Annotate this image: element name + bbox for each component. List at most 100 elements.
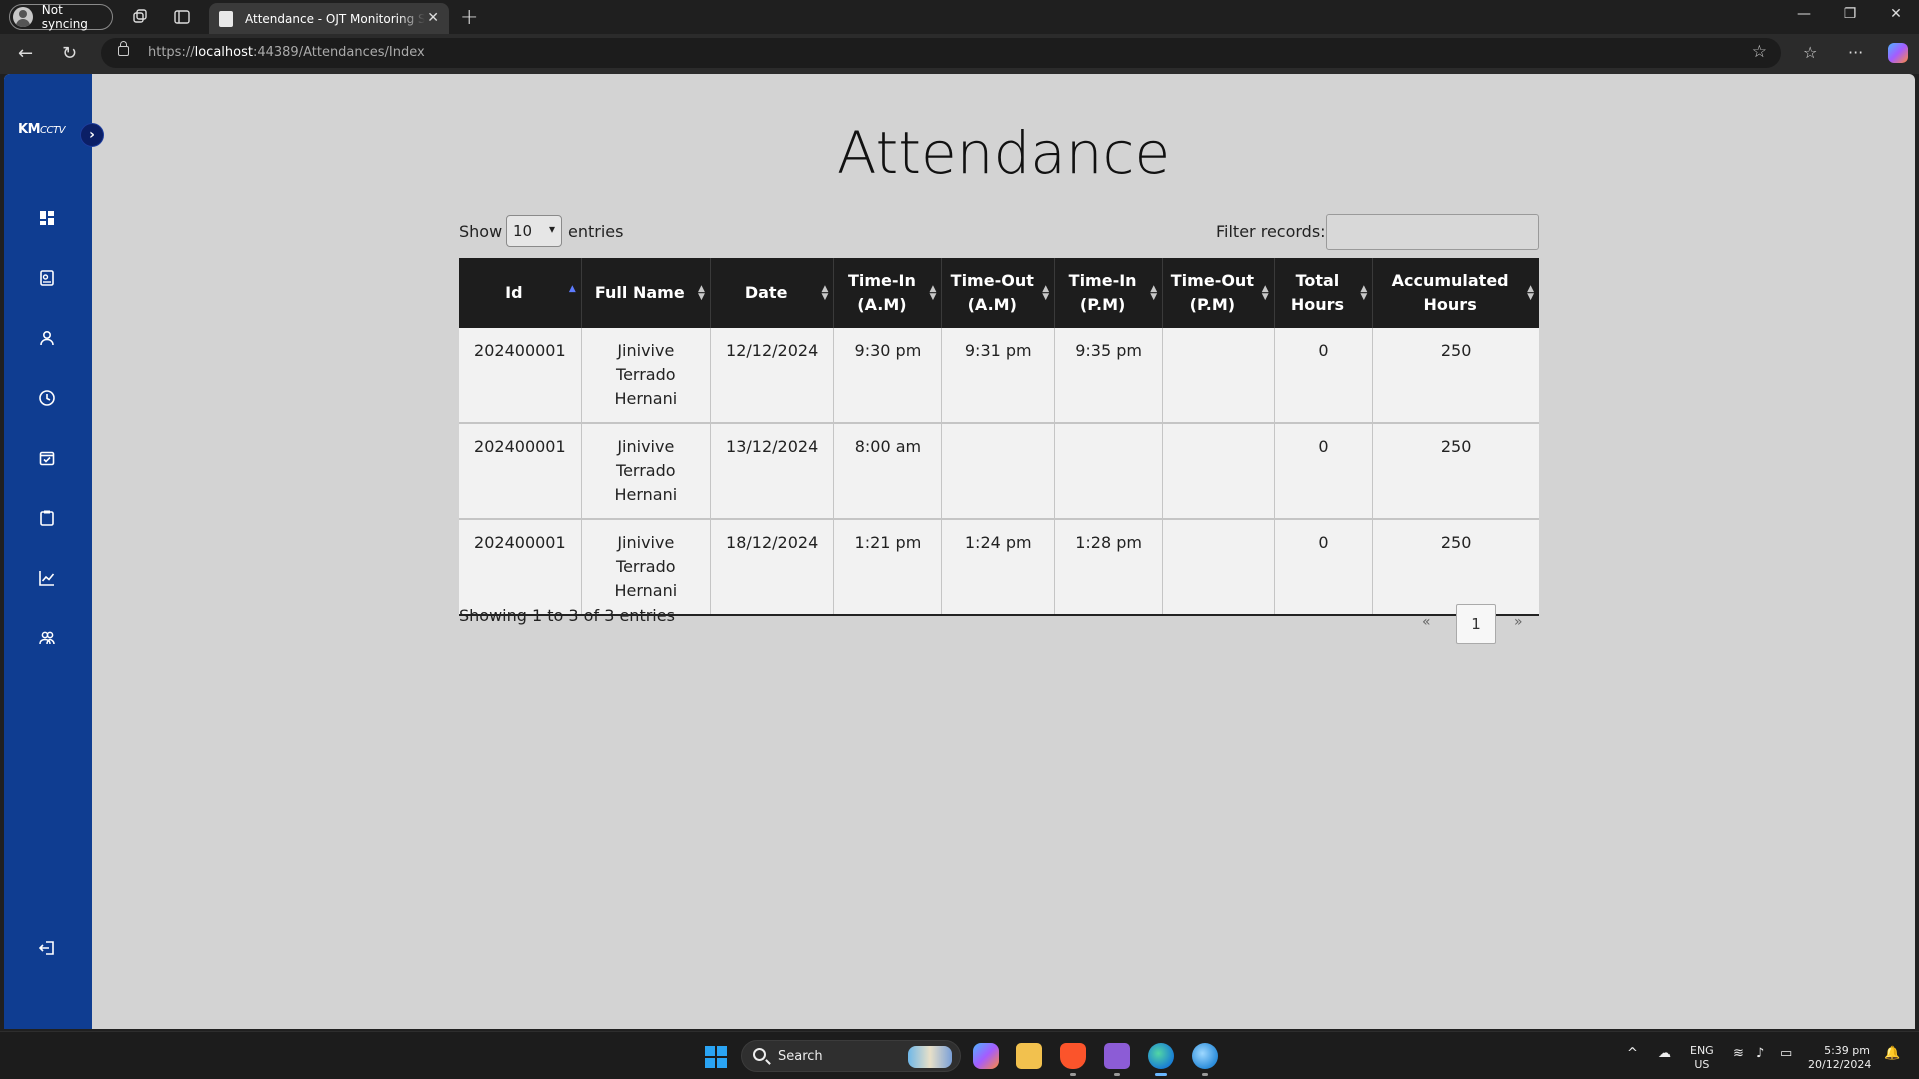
page-length-select[interactable]: 10 ▾ [506, 215, 562, 247]
cell-time-in-am: 8:00 am [833, 423, 943, 520]
cloud-offline-icon[interactable]: ☁ [1658, 1046, 1671, 1061]
filter-label: Filter records: [1216, 222, 1326, 241]
table-row: 202400001 Jinivive Terrado Hernani 12/12… [459, 328, 1539, 424]
profile-button[interactable]: Not syncing [9, 3, 113, 31]
column-header-time-in-am[interactable]: Time-In (A.M) ▲ ▼ [833, 258, 943, 328]
column-header-id[interactable]: Id▲▼ [459, 258, 582, 328]
cell-id: 202400001 [459, 519, 582, 616]
users-icon [39, 631, 55, 645]
more-menu-icon[interactable]: ··· [1848, 43, 1863, 62]
show-label: Show [459, 222, 503, 241]
entries-label: entries [568, 222, 624, 241]
visual-studio-icon[interactable] [1104, 1043, 1130, 1076]
cell-id: 202400001 [459, 328, 582, 424]
main-content: Attendance Show 10 ▾ entries Filter reco… [92, 74, 1915, 1029]
browser-tab-attendance[interactable]: Attendance - OJT Monitoring System ✕ [209, 3, 449, 34]
profile-label: Not syncing [41, 3, 88, 31]
favorite-star-icon[interactable]: ☆ [1752, 42, 1767, 62]
lock-icon [118, 41, 129, 56]
table-header-row: Id▲▼ Full Name▲▼ Date▲▼ Time-In (A.M)▲▼ … [459, 258, 1539, 328]
page-title: Attendance [836, 119, 1171, 187]
cell-time-out-am: 1:24 pm [941, 519, 1056, 616]
pagination: « 1 » [1414, 604, 1539, 644]
profile-avatar-icon [13, 7, 33, 27]
taskbar: Search ^ ☁ ENG US ≋ ♪ ▭ 5:39 pm 20/12/2024… [0, 1031, 1919, 1079]
file-explorer-icon[interactable] [1016, 1043, 1042, 1069]
copilot-app-icon[interactable] [973, 1043, 999, 1069]
pagination-page-1[interactable]: 1 [1456, 604, 1496, 644]
browser-navbar: ← ↻ https://localhost:44389/Attendances/… [0, 34, 1919, 74]
column-header-full-name[interactable]: Full Name ▲ ▼ [581, 258, 711, 328]
minimize-icon[interactable]: — [1794, 6, 1814, 22]
attendance-table: Id▲▼ Full Name▲▼ Date▲▼ Time-In (A.M)▲▼ … [459, 258, 1539, 616]
cell-accumulated-hours: 250 [1372, 328, 1539, 424]
page-viewport: KMCCTV › Attendance Show 10 ▾ entries Fi… [4, 74, 1915, 1029]
sidebar-item-trainees[interactable] [37, 328, 57, 348]
table-info: Showing 1 to 3 of 3 entries [459, 606, 675, 625]
filter-input[interactable] [1326, 214, 1539, 250]
refresh-icon[interactable]: ↻ [62, 43, 77, 64]
sidebar-item-users[interactable] [37, 628, 57, 648]
table-row: 202400001 Jinivive Terrado Hernani 18/12… [459, 519, 1539, 616]
sidebar-item-records[interactable] [37, 268, 57, 288]
copilot-icon[interactable] [1888, 43, 1908, 63]
cell-total-hours: 0 [1274, 423, 1374, 520]
calendar-check-icon [39, 451, 55, 466]
browser-titlebar: Not syncing Attendance - OJT Monitoring … [0, 0, 1919, 34]
cell-accumulated-hours: 250 [1372, 519, 1539, 616]
cell-total-hours: 0 [1274, 519, 1374, 616]
address-bar[interactable]: https://localhost:44389/Attendances/Inde… [101, 38, 1781, 68]
language-indicator[interactable]: ENG US [1690, 1044, 1714, 1072]
table-row: 202400001 Jinivive Terrado Hernani 13/12… [459, 423, 1539, 520]
windows-start-icon[interactable] [705, 1046, 727, 1068]
taskbar-search[interactable]: Search [741, 1040, 961, 1072]
workspaces-icon[interactable] [131, 8, 149, 26]
cell-time-out-pm [1162, 328, 1275, 424]
tab-actions-icon[interactable] [173, 8, 191, 26]
battery-icon[interactable]: ▭ [1780, 1046, 1792, 1061]
cell-full-name: Jinivive Terrado Hernani [581, 328, 711, 424]
pagination-prev[interactable]: « [1422, 614, 1431, 630]
brave-browser-icon[interactable] [1060, 1043, 1086, 1076]
volume-icon[interactable]: ♪ [1756, 1046, 1764, 1061]
taskbar-search-placeholder: Search [778, 1049, 823, 1064]
tab-close-icon[interactable]: ✕ [427, 10, 439, 26]
sidebar-item-logout[interactable] [37, 938, 57, 958]
notification-bell-icon[interactable]: 🔔 [1884, 1046, 1900, 1061]
cell-date: 12/12/2024 [710, 328, 835, 424]
column-header-time-out-am[interactable]: Time-Out (A.M) ▲ ▼ [941, 258, 1056, 328]
sidebar-expand-button[interactable]: › [80, 123, 104, 147]
page-length-value: 10 [513, 222, 533, 240]
sidebar-item-reports[interactable] [37, 508, 57, 528]
column-header-accumulated-hours[interactable]: Accumulated Hours ▲ ▼ [1372, 258, 1539, 328]
close-window-icon[interactable]: ✕ [1886, 6, 1906, 22]
back-icon[interactable]: ← [18, 43, 33, 64]
column-header-date[interactable]: Date ▲ ▼ [710, 258, 835, 328]
favorites-icon[interactable]: ☆ [1803, 43, 1817, 62]
column-header-time-out-pm[interactable]: Time-Out (P.M) ▲ ▼ [1162, 258, 1275, 328]
id-card-icon [40, 270, 54, 286]
restore-icon[interactable]: ❐ [1840, 6, 1860, 22]
sidebar-item-analytics[interactable] [37, 568, 57, 588]
sidebar: KMCCTV › [4, 74, 104, 1029]
table-controls: Show 10 ▾ entries Filter records: [459, 214, 1539, 250]
sidebar-item-dashboard[interactable] [37, 208, 57, 228]
sidebar-item-attendance[interactable] [37, 448, 57, 468]
tray-overflow-icon[interactable]: ^ [1627, 1046, 1638, 1061]
cell-time-in-am: 1:21 pm [833, 519, 943, 616]
sidebar-item-time[interactable] [37, 388, 57, 408]
search-highlight-icon [908, 1046, 952, 1068]
wifi-icon[interactable]: ≋ [1733, 1046, 1744, 1061]
dashboard-icon [40, 211, 54, 225]
page-favicon-icon [219, 10, 233, 27]
cell-date: 18/12/2024 [710, 519, 835, 616]
cell-id: 202400001 [459, 423, 582, 520]
edge-browser-icon[interactable] [1148, 1043, 1174, 1076]
url-text: https://localhost:44389/Attendances/Inde… [148, 45, 425, 60]
pagination-next[interactable]: » [1514, 614, 1523, 630]
new-tab-icon[interactable]: + [460, 5, 478, 30]
column-header-time-in-pm[interactable]: Time-In (P.M) ▲ ▼ [1054, 258, 1164, 328]
edge-dev-icon[interactable] [1192, 1043, 1218, 1076]
taskbar-clock[interactable]: 5:39 pm 20/12/2024 [1808, 1044, 1871, 1072]
column-header-total-hours[interactable]: Total Hours ▲ ▼ [1274, 258, 1374, 328]
